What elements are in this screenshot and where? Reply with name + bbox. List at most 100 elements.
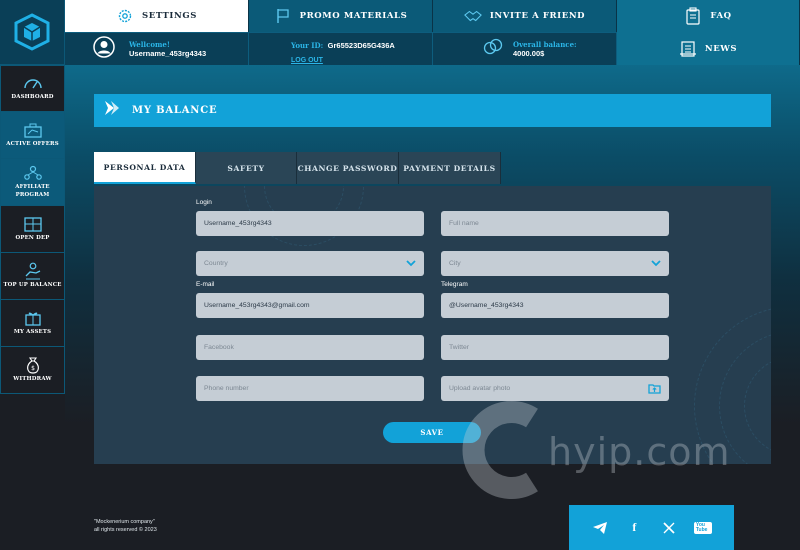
telegram-label: Telegram bbox=[441, 281, 468, 288]
country-field-group: Country bbox=[196, 239, 424, 276]
country-placeholder: Country bbox=[204, 260, 228, 267]
chevron-logo-icon bbox=[102, 99, 120, 122]
sidebar-item-affiliate-program[interactable]: AFFILIATE PROGRAM bbox=[0, 159, 65, 206]
avatar-upload-group: Upload avatar photo bbox=[441, 364, 669, 401]
sidebar-item-active-offers[interactable]: ACTIVE OFFERS bbox=[0, 112, 65, 159]
sidebar-item-label: TOP UP BALANCE bbox=[3, 281, 62, 288]
logout-link[interactable]: LOG OUT bbox=[291, 57, 395, 64]
coins-icon bbox=[483, 38, 503, 61]
hand-coin-icon bbox=[23, 262, 43, 280]
nav-faq[interactable]: FAQ bbox=[617, 0, 800, 32]
sidebar-item-open-dep[interactable]: OPEN DEP bbox=[0, 206, 65, 253]
email-value: Username_453rg4343@gmail.com bbox=[204, 302, 310, 309]
x-icon[interactable] bbox=[660, 519, 678, 537]
briefcase-chart-icon bbox=[23, 122, 43, 138]
safe-icon bbox=[23, 216, 43, 232]
city-select[interactable]: City bbox=[441, 251, 669, 276]
nav-news[interactable]: NEWS bbox=[617, 32, 800, 65]
nav-invite-friend[interactable]: INVITE A FRIEND bbox=[433, 0, 617, 32]
page-title: MY BALANCE bbox=[132, 105, 218, 116]
phone-placeholder: Phone number bbox=[204, 385, 249, 392]
chevron-down-icon bbox=[406, 260, 416, 267]
nav-settings[interactable]: SETTINGS bbox=[65, 0, 249, 32]
twitter-field-group: Twitter bbox=[441, 323, 669, 360]
telegram-value: @Username_453rg4343 bbox=[449, 302, 524, 309]
phone-field-group: Phone number bbox=[196, 364, 424, 401]
nav-settings-label: SETTINGS bbox=[142, 11, 197, 21]
city-placeholder: City bbox=[449, 260, 461, 267]
facebook-icon[interactable]: f bbox=[625, 519, 643, 537]
tab-personal-data[interactable]: PERSONAL DATA bbox=[94, 152, 196, 184]
tab-bar: PERSONAL DATA SAFETY CHANGE PASSWORD PAY… bbox=[94, 152, 501, 184]
footer-copyright: "Mockenerium company" all rights reserve… bbox=[94, 518, 157, 535]
avatar[interactable] bbox=[93, 35, 115, 63]
page-header: MY BALANCE bbox=[94, 94, 771, 127]
nav-news-label: NEWS bbox=[704, 43, 738, 54]
fullname-placeholder: Full name bbox=[449, 220, 479, 227]
phone-input[interactable]: Phone number bbox=[196, 376, 424, 401]
flag-icon bbox=[274, 7, 292, 25]
sidebar-item-dashboard[interactable]: DASHBOARD bbox=[0, 65, 65, 112]
facebook-placeholder: Facebook bbox=[204, 344, 234, 351]
gear-icon bbox=[116, 7, 134, 25]
user-id-value: Gr65523D65G436A bbox=[327, 40, 395, 50]
twitter-input[interactable]: Twitter bbox=[441, 335, 669, 360]
user-id-label: Your ID: bbox=[291, 40, 324, 50]
login-label: Login bbox=[196, 199, 212, 206]
top-bar: SETTINGS PROMO MATERIALS INVITE A FRIEND… bbox=[65, 0, 800, 65]
sidebar-item-label: WITHDRAW bbox=[13, 375, 52, 382]
footer-rights: all rights reserved © 2023 bbox=[94, 527, 157, 534]
sidebar-item-label: OPEN DEP bbox=[15, 234, 50, 241]
user-info: Wellcome! Username_453rg4343 bbox=[65, 32, 249, 65]
telegram-icon[interactable] bbox=[591, 519, 609, 537]
gift-box-icon bbox=[23, 310, 43, 326]
username: Username_453rg4343 bbox=[129, 49, 207, 58]
clipboard-icon bbox=[684, 7, 702, 25]
fullname-input[interactable]: Full name bbox=[441, 211, 669, 236]
footer-company: "Mockenerium company" bbox=[94, 519, 155, 525]
email-input[interactable]: Username_453rg4343@gmail.com bbox=[196, 293, 424, 318]
youtube-icon[interactable]: You Tube bbox=[693, 519, 712, 537]
handshake-icon bbox=[463, 7, 482, 25]
logo[interactable] bbox=[0, 0, 65, 65]
folder-upload-icon[interactable] bbox=[648, 383, 661, 394]
avatar-placeholder: Upload avatar photo bbox=[449, 385, 511, 392]
people-network-icon bbox=[23, 165, 43, 181]
tab-payment-details[interactable]: PAYMENT DETAILS bbox=[399, 152, 501, 184]
avatar-upload-input[interactable]: Upload avatar photo bbox=[441, 376, 669, 401]
balance-value: 4000.00$ bbox=[513, 49, 545, 58]
tab-safety[interactable]: SAFETY bbox=[196, 152, 297, 184]
user-avatar-icon bbox=[93, 35, 115, 58]
social-links: f You Tube bbox=[569, 505, 734, 550]
fullname-field-group: Full name bbox=[441, 199, 669, 236]
balance-block: Overall balance: 4000.00$ bbox=[433, 32, 617, 65]
youtube-label: You Tube bbox=[693, 521, 712, 534]
sidebar-item-label: DASHBOARD bbox=[11, 94, 54, 101]
email-field-group: E-mail Username_453rg4343@gmail.com bbox=[196, 281, 424, 318]
newspaper-icon bbox=[679, 40, 697, 58]
login-field-group: Login Username_453rg4343 bbox=[196, 199, 424, 236]
nav-faq-label: FAQ bbox=[710, 11, 732, 21]
sidebar-item-label: MY ASSETS bbox=[13, 328, 52, 335]
sidebar-item-top-up-balance[interactable]: TOP UP BALANCE bbox=[0, 253, 65, 300]
balance-label: Overall balance: bbox=[513, 40, 577, 49]
facebook-input[interactable]: Facebook bbox=[196, 335, 424, 360]
sidebar-item-withdraw[interactable]: $ WITHDRAW bbox=[0, 347, 65, 394]
welcome-label: Wellcome! bbox=[129, 40, 170, 49]
sidebar-item-label: AFFILIATE PROGRAM bbox=[15, 184, 50, 198]
facebook-field-group: Facebook bbox=[196, 323, 424, 360]
country-select[interactable]: Country bbox=[196, 251, 424, 276]
nav-promo-label: PROMO MATERIALS bbox=[299, 11, 408, 21]
nav-promo-materials[interactable]: PROMO MATERIALS bbox=[249, 0, 433, 32]
svg-text:$: $ bbox=[31, 365, 35, 372]
user-id-block: Your ID: Gr65523D65G436A LOG OUT bbox=[249, 32, 433, 65]
money-bag-icon: $ bbox=[23, 357, 43, 374]
telegram-input[interactable]: @Username_453rg4343 bbox=[441, 293, 669, 318]
login-input[interactable]: Username_453rg4343 bbox=[196, 211, 424, 236]
login-value: Username_453rg4343 bbox=[204, 220, 272, 227]
sidebar-item-label: ACTIVE OFFERS bbox=[6, 140, 59, 147]
watermark-text: hyip.com bbox=[548, 430, 731, 474]
tab-change-password[interactable]: CHANGE PASSWORD bbox=[297, 152, 399, 184]
sidebar-item-my-assets[interactable]: MY ASSETS bbox=[0, 300, 65, 347]
chevron-down-icon bbox=[651, 260, 661, 267]
